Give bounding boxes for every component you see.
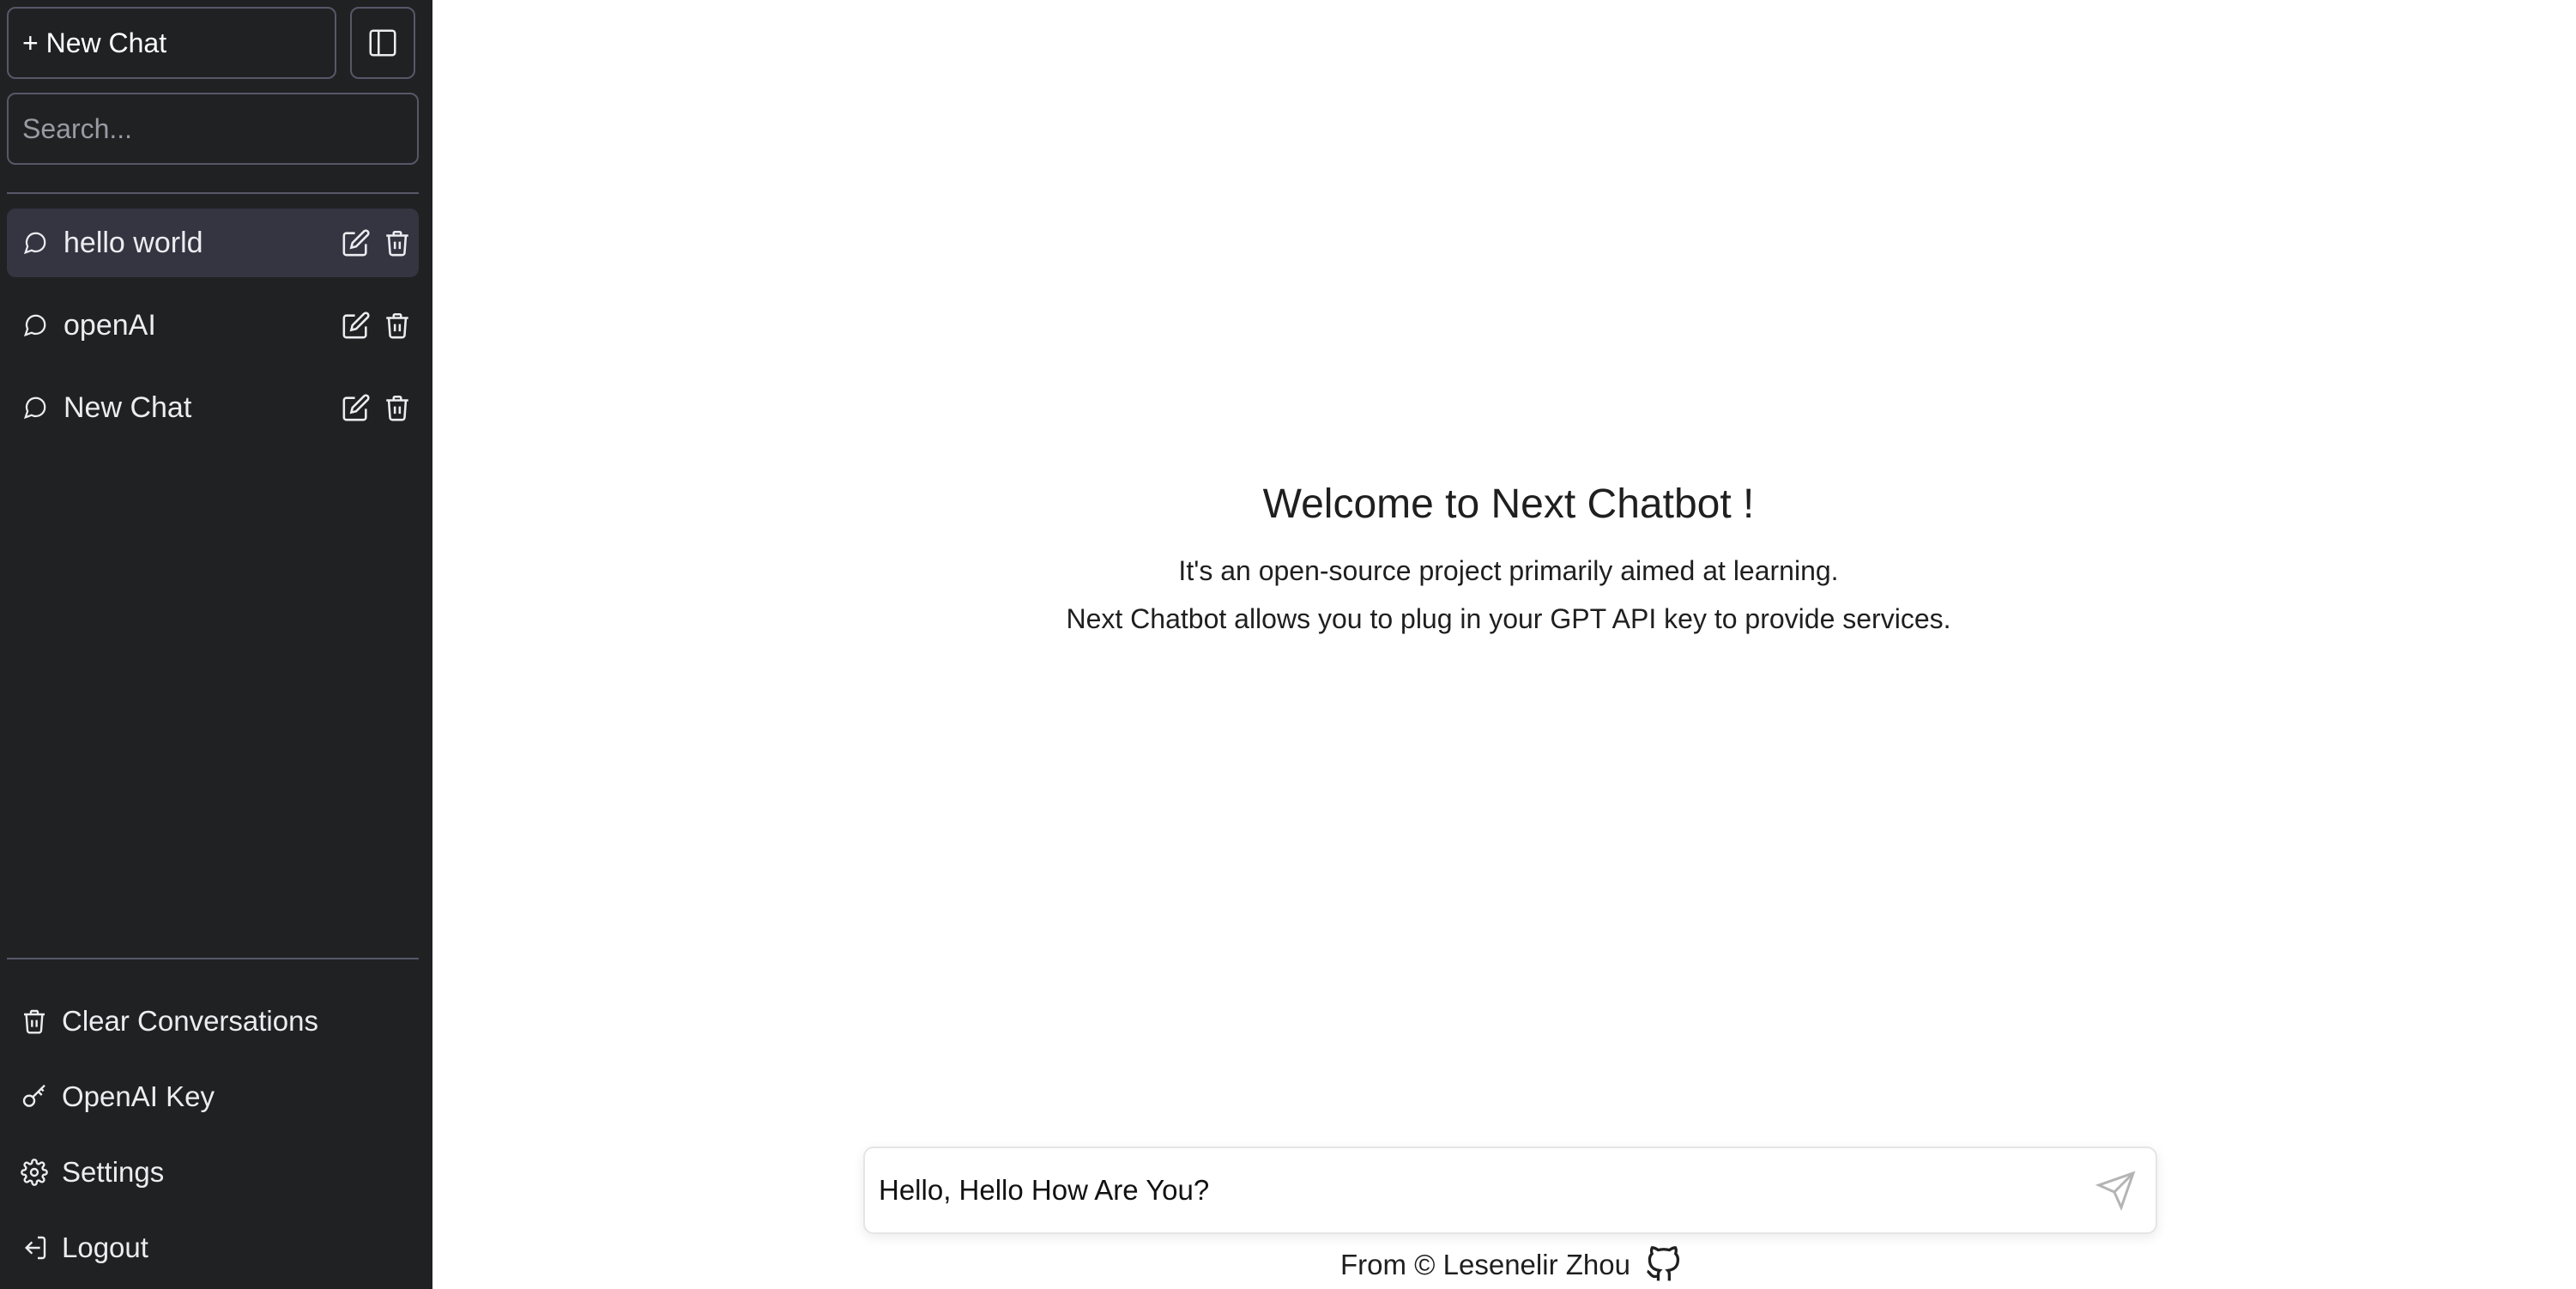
openai-key-label: OpenAI Key — [62, 1080, 215, 1112]
message-circle-icon — [22, 312, 48, 338]
trash-icon — [21, 1008, 48, 1035]
main-area: Welcome to Next Chatbot ! It's an open-s… — [432, 0, 2576, 1289]
settings-label: Settings — [62, 1156, 165, 1188]
clear-conversations-label: Clear Conversations — [62, 1005, 318, 1037]
welcome-description-line-1: It's an open-source project primarily ai… — [1178, 555, 1839, 586]
divider — [7, 192, 419, 194]
conversation-item-hello-world[interactable]: hello world — [7, 209, 419, 277]
footer: From © Lesenelir Zhou — [1340, 1246, 1682, 1284]
chat-input[interactable] — [865, 1148, 2095, 1232]
logout-label: Logout — [62, 1232, 148, 1263]
conversation-title: openAI — [63, 308, 156, 342]
trash-icon[interactable] — [383, 228, 412, 257]
edit-icon[interactable] — [342, 228, 371, 257]
welcome-description-line-2: Next Chatbot allows you to plug in your … — [1066, 603, 1951, 634]
settings-button[interactable]: Settings — [7, 1138, 419, 1207]
send-icon[interactable] — [2095, 1170, 2137, 1211]
conversation-item-new-chat[interactable]: New Chat — [7, 373, 419, 442]
divider — [7, 958, 419, 959]
trash-icon[interactable] — [383, 393, 412, 422]
edit-icon[interactable] — [342, 393, 371, 422]
logout-button[interactable]: Logout — [7, 1213, 419, 1282]
conversation-item-openai[interactable]: openAI — [7, 291, 419, 360]
welcome-section: Welcome to Next Chatbot ! It's an open-s… — [432, 481, 2576, 643]
clear-conversations-button[interactable]: Clear Conversations — [7, 987, 419, 1056]
gear-icon — [21, 1159, 48, 1186]
key-icon — [21, 1083, 48, 1110]
search-input[interactable] — [7, 93, 419, 165]
sidebar: + New Chat hello world openAI New Chat — [0, 0, 432, 1289]
chat-input-container — [863, 1147, 2157, 1234]
panel-icon — [366, 27, 399, 59]
welcome-title: Welcome to Next Chatbot ! — [1262, 481, 1755, 527]
conversation-title: hello world — [63, 226, 203, 259]
conversation-title: New Chat — [63, 390, 192, 424]
footer-credit: From © Lesenelir Zhou — [1340, 1249, 1630, 1280]
edit-icon[interactable] — [342, 311, 371, 340]
openai-key-button[interactable]: OpenAI Key — [7, 1062, 419, 1131]
logout-icon — [21, 1234, 48, 1262]
github-icon[interactable] — [1644, 1246, 1682, 1284]
message-circle-icon — [22, 230, 48, 256]
trash-icon[interactable] — [383, 311, 412, 340]
message-circle-icon — [22, 395, 48, 421]
new-chat-button[interactable]: + New Chat — [7, 7, 336, 79]
sidebar-toggle-button[interactable] — [350, 7, 415, 79]
